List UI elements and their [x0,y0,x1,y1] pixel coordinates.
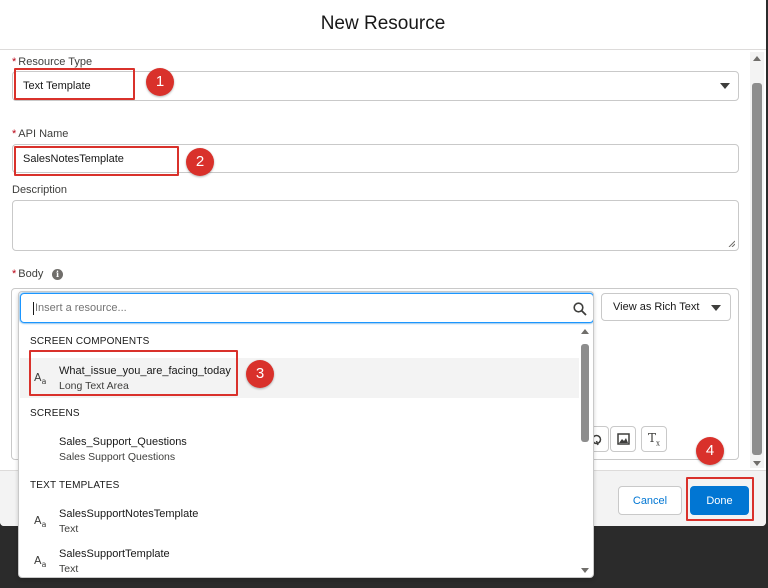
text-icon: Aa [34,554,47,570]
view-mode-select[interactable]: View as Rich Text [601,293,731,321]
scroll-up-icon[interactable] [581,329,589,334]
body-label: * Body [12,268,43,280]
option-subtitle: Text [59,563,79,575]
modal-title: New Resource [320,13,446,34]
required-marker: * [12,128,17,140]
search-icon[interactable] [573,302,587,316]
section-header-screen-components: SCREEN COMPONENTS [30,336,150,347]
resource-type-label: * Resource Type [12,56,92,68]
info-icon[interactable]: i [52,269,63,280]
callout-number-2: 2 [186,148,214,176]
resource-type-label-text: Resource Type [18,56,93,68]
image-button[interactable] [610,426,636,452]
scroll-down-icon[interactable] [581,568,589,573]
api-name-value: SalesNotesTemplate [23,152,124,165]
body-label-text: Body [18,268,44,280]
callout-number-3: 3 [246,360,274,388]
cancel-button[interactable]: Cancel [618,486,682,515]
option-subtitle: Text [59,523,79,535]
chevron-down-icon [711,305,721,311]
section-header-screens: SCREENS [30,408,80,419]
required-marker: * [12,268,17,280]
callout-number-4: 4 [696,437,724,465]
option-subtitle: Long Text Area [59,380,129,392]
section-header-text-templates: TEXT TEMPLATES [30,480,120,491]
resize-grip-icon[interactable] [728,240,735,247]
option-title: SalesSupportTemplate [59,548,170,560]
view-mode-value: View as Rich Text [613,301,700,313]
scroll-up-icon[interactable] [753,56,761,61]
modal-scroll-thumb[interactable] [752,83,762,455]
list-item[interactable]: Sales_Support_Questions Sales Support Qu… [20,429,579,469]
resource-type-value: Text Template [23,80,91,92]
clear-formatting-icon: Tx [648,430,660,448]
option-title: Sales_Support_Questions [59,436,187,448]
list-item[interactable]: Aa What_issue_you_are_facing_today Long … [20,358,579,398]
image-icon [616,433,630,445]
list-item[interactable]: Aa SalesSupportNotesTemplate Text [20,501,579,541]
scroll-down-icon[interactable] [753,461,761,466]
resource-search-placeholder: Insert a resource... [35,302,127,314]
text-icon: Aa [34,371,47,387]
chevron-down-icon [720,83,730,89]
option-title: What_issue_you_are_facing_today [59,365,231,377]
dropdown-scroll-thumb[interactable] [581,344,589,442]
resource-search-input[interactable]: Insert a resource... [20,293,593,323]
text-icon: Aa [34,514,47,530]
done-button[interactable]: Done [690,486,749,515]
clear-formatting-button[interactable]: Tx [641,426,667,452]
text-cursor [33,301,34,315]
list-item[interactable]: Aa SalesSupportTemplate Text [20,541,579,577]
callout-number-1: 1 [146,68,174,96]
option-subtitle: Sales Support Questions [59,451,176,463]
api-name-label: * API Name [12,128,68,140]
resource-type-select[interactable]: Text Template [12,71,739,101]
api-name-input[interactable]: SalesNotesTemplate [12,144,739,173]
api-name-label-text: API Name [18,128,69,140]
modal-header: New Resource [0,0,766,50]
resource-picker-dropdown: Insert a resource... SCREEN COMPONENTS A… [18,291,594,578]
required-marker: * [12,56,17,68]
description-label: Description [12,184,68,196]
option-title: SalesSupportNotesTemplate [59,508,199,520]
description-textarea[interactable] [12,200,739,251]
